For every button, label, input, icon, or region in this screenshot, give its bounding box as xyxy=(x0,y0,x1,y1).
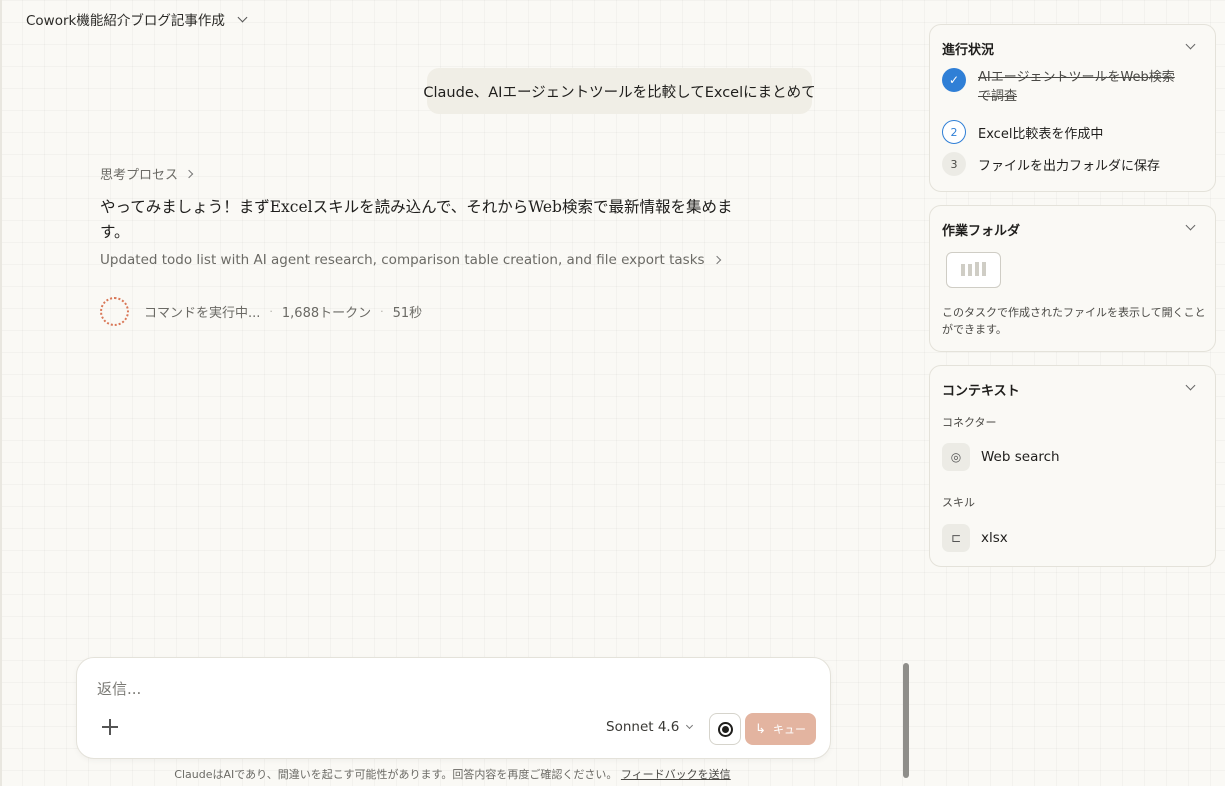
spreadsheet-icon: ⊏ xyxy=(942,524,970,552)
step-number: 3 xyxy=(942,152,966,176)
run-status: コマンドを実行中... · 1,688トークン · 51秒 xyxy=(100,297,422,326)
step-label: AIエージェントツールをWeb検索で調査 xyxy=(978,70,1175,104)
record-button[interactable] xyxy=(709,713,741,745)
connectors-label: コネクター xyxy=(942,416,997,429)
reply-input[interactable] xyxy=(97,680,797,698)
folder-panel-title: 作業フォルダ xyxy=(942,224,1021,239)
working-folder-panel: 作業フォルダ このタスクで作成されたファイルを表示して開くことができます。 xyxy=(929,205,1216,352)
user-message-bubble: Claude、AIエージェントツールを比較してExcelにまとめて xyxy=(423,68,816,114)
context-panel-title: コンテキスト xyxy=(942,384,1020,399)
connector-item[interactable]: ◎ Web search xyxy=(942,443,1060,471)
feedback-link[interactable]: フィードバックを送信 xyxy=(621,768,731,781)
thinking-process-toggle[interactable]: 思考プロセス xyxy=(100,164,194,183)
status-tokens: 1,688トークン xyxy=(281,306,372,321)
model-selector[interactable]: Sonnet 4.6 xyxy=(606,719,694,735)
disclaimer-footer: ClaudeはAIであり、間違いを起こす可能性があります。回答内容を再度ご確認く… xyxy=(0,766,905,782)
chevron-down-icon xyxy=(686,721,694,729)
todo-update-toggle[interactable]: Updated todo list with AI agent research… xyxy=(100,252,721,268)
separator-dot: · xyxy=(380,305,384,318)
enter-arrow-icon: ↳ xyxy=(755,721,766,737)
skill-item[interactable]: ⊏ xlsx xyxy=(942,524,1008,552)
progress-step: 3 ファイルを出力フォルダに保存 xyxy=(942,152,1160,176)
chevron-right-icon xyxy=(712,255,721,265)
progress-panel: 進行状況 ✓ AIエージェントツールをWeb検索で調査 2 Excel比較表を作… xyxy=(929,24,1216,192)
progress-step: 2 Excel比較表を作成中 xyxy=(942,120,1103,144)
disclaimer-text: ClaudeはAIであり、間違いを起こす可能性があります。回答内容を再度ご確認く… xyxy=(174,768,618,781)
checkmark-icon: ✓ xyxy=(942,68,966,92)
progress-step: ✓ AIエージェントツールをWeb検索で調査 xyxy=(942,68,1183,106)
todo-update-label: Updated todo list with AI agent research… xyxy=(100,252,705,268)
output-files-icon[interactable] xyxy=(946,252,1001,288)
separator-dot: · xyxy=(269,305,273,318)
collapse-chevron-icon[interactable] xyxy=(1185,380,1196,391)
collapse-chevron-icon[interactable] xyxy=(1185,39,1196,50)
step-label: ファイルを出力フォルダに保存 xyxy=(978,158,1161,174)
status-elapsed: 51秒 xyxy=(392,306,423,321)
collapse-chevron-icon[interactable] xyxy=(1185,220,1196,231)
folder-description: このタスクで作成されたファイルを表示して開くことができます。 xyxy=(942,306,1206,336)
queue-button[interactable]: ↳ キュー xyxy=(745,713,816,745)
model-label: Sonnet 4.6 xyxy=(606,719,680,735)
context-panel: コンテキスト コネクター ◎ Web search スキル ⊏ xlsx xyxy=(929,365,1216,567)
skill-label: xlsx xyxy=(981,530,1008,546)
record-icon xyxy=(717,721,733,737)
conversation-title: Cowork機能紹介ブログ記事作成 xyxy=(26,13,225,29)
window-edge xyxy=(0,0,2,786)
step-number: 2 xyxy=(942,120,966,144)
loading-spinner-icon xyxy=(100,297,129,326)
chevron-right-icon xyxy=(184,169,194,178)
conversation-title-menu[interactable]: Cowork機能紹介ブログ記事作成 xyxy=(26,9,248,29)
queue-label: キュー xyxy=(772,723,806,736)
assistant-message: やってみましょう！まずExcelスキルを読み込んで、それからWeb検索で最新情報… xyxy=(100,198,733,241)
step-label: Excel比較表を作成中 xyxy=(978,126,1104,142)
message-composer: Sonnet 4.6 ↳ キュー xyxy=(76,657,831,759)
chat-scrollbar[interactable] xyxy=(903,663,909,778)
thinking-process-label: 思考プロセス xyxy=(100,168,179,183)
skills-label: スキル xyxy=(942,496,975,509)
connector-label: Web search xyxy=(981,449,1060,465)
progress-panel-title: 進行状況 xyxy=(942,43,995,58)
globe-icon: ◎ xyxy=(942,443,970,471)
status-action: コマンドを実行中... xyxy=(144,306,261,321)
add-attachment-button[interactable] xyxy=(99,716,121,738)
chevron-down-icon xyxy=(237,12,248,22)
